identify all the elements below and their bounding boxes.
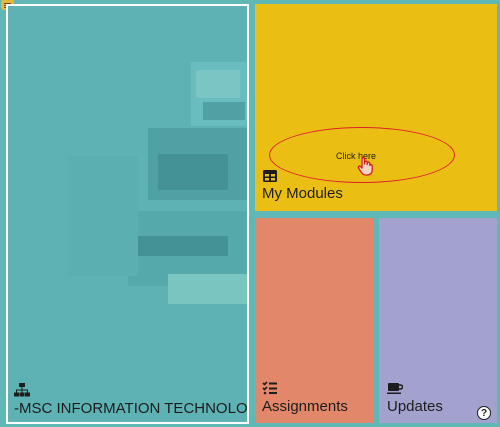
help-label: ? bbox=[480, 407, 488, 419]
updates-tile[interactable]: Updates bbox=[379, 218, 497, 423]
assignments-tile[interactable]: Assignments bbox=[255, 218, 373, 423]
studio-photo bbox=[8, 6, 247, 422]
table-icon bbox=[263, 170, 277, 182]
course-tile-label: -MSC INFORMATION TECHNOLOGY bbox=[14, 400, 249, 417]
tasks-icon bbox=[262, 381, 277, 395]
updates-label: Updates bbox=[387, 398, 443, 415]
coffee-icon bbox=[387, 383, 403, 394]
course-tile[interactable]: -MSC INFORMATION TECHNOLOGY bbox=[6, 4, 249, 424]
assignments-label: Assignments bbox=[262, 398, 348, 415]
my-modules-label: My Modules bbox=[262, 185, 343, 202]
sitemap-icon bbox=[14, 383, 30, 397]
help-icon[interactable]: ? bbox=[477, 406, 491, 420]
pointing-hand-icon bbox=[357, 157, 373, 176]
